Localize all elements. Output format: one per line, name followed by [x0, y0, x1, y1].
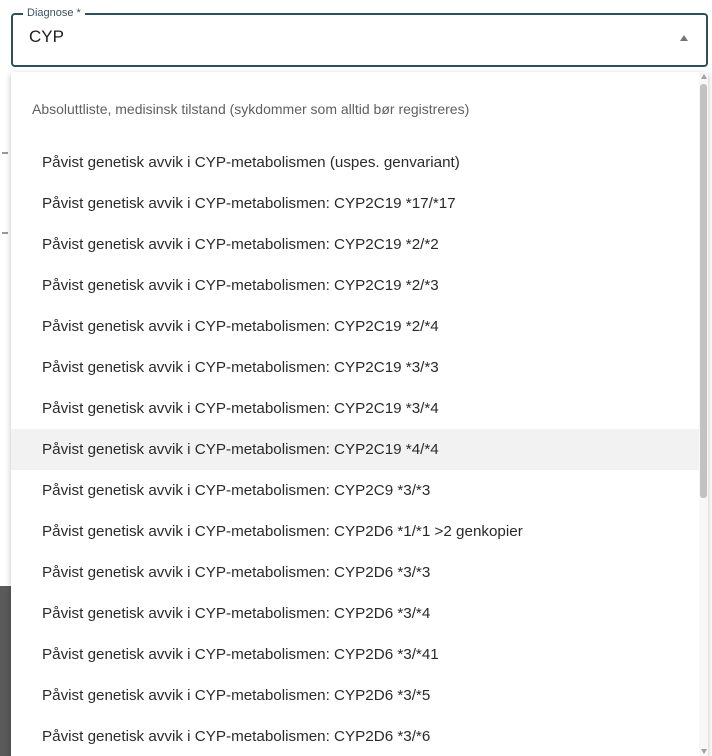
option-item[interactable]: Påvist genetisk avvik i CYP-metabolismen…: [11, 388, 699, 429]
option-item[interactable]: Påvist genetisk avvik i CYP-metabolismen…: [11, 265, 699, 306]
option-item[interactable]: Påvist genetisk avvik i CYP-metabolismen…: [11, 183, 699, 224]
option-item[interactable]: Påvist genetisk avvik i CYP-metabolismen…: [11, 306, 699, 347]
group-header: Absoluttliste, medisinsk tilstand (sykdo…: [32, 101, 470, 117]
scroll-thumb[interactable]: [700, 84, 707, 498]
option-item[interactable]: Påvist genetisk avvik i CYP-metabolismen…: [11, 675, 699, 716]
scroll-up-icon[interactable]: [701, 74, 707, 79]
diagnose-input[interactable]: CYP: [29, 26, 64, 48]
option-item[interactable]: Påvist genetisk avvik i CYP-metabolismen…: [11, 634, 699, 675]
background-mark: [2, 232, 8, 234]
diagnose-listbox: Absoluttliste, medisinsk tilstand (sykdo…: [11, 72, 708, 756]
diagnose-autocomplete-field[interactable]: Diagnose * CYP: [11, 6, 708, 67]
scrollbar[interactable]: [699, 72, 708, 756]
option-item[interactable]: Påvist genetisk avvik i CYP-metabolismen…: [11, 511, 699, 552]
option-item[interactable]: Påvist genetisk avvik i CYP-metabolismen…: [11, 716, 699, 756]
scroll-down-icon[interactable]: [701, 749, 707, 754]
option-item[interactable]: Påvist genetisk avvik i CYP-metabolismen…: [11, 429, 699, 470]
arrow-up-icon[interactable]: [680, 35, 688, 41]
option-item[interactable]: Påvist genetisk avvik i CYP-metabolismen…: [11, 593, 699, 634]
option-item[interactable]: Påvist genetisk avvik i CYP-metabolismen…: [11, 470, 699, 511]
background-mark: [2, 152, 8, 154]
option-item[interactable]: Påvist genetisk avvik i CYP-metabolismen…: [11, 552, 699, 593]
field-label: Diagnose *: [23, 6, 85, 20]
option-item[interactable]: Påvist genetisk avvik i CYP-metabolismen…: [11, 142, 699, 183]
stage: Diagnose * CYP Absoluttliste, medisinsk …: [0, 0, 712, 756]
option-item[interactable]: Påvist genetisk avvik i CYP-metabolismen…: [11, 224, 699, 265]
option-item[interactable]: Påvist genetisk avvik i CYP-metabolismen…: [11, 347, 699, 388]
options-list: Påvist genetisk avvik i CYP-metabolismen…: [11, 142, 699, 756]
